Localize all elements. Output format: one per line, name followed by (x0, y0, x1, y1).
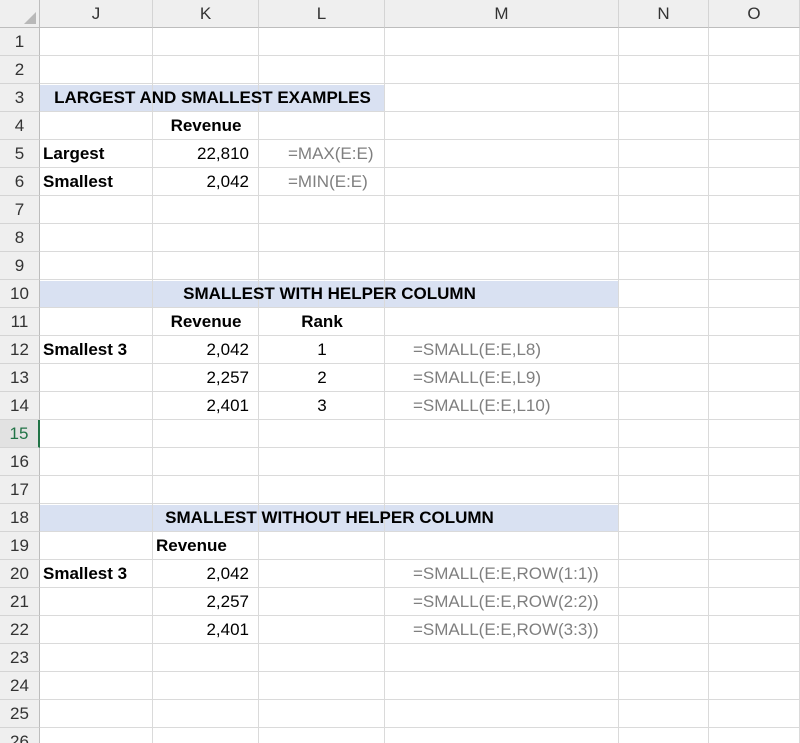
section2-value[interactable]: 2,257 (153, 364, 249, 392)
row-header[interactable]: 2 (0, 56, 40, 84)
section2-formula[interactable]: =SMALL(E:E,L9) (413, 364, 541, 392)
select-all-triangle-icon (24, 12, 36, 24)
gridline (40, 55, 800, 56)
section3-formula[interactable]: =SMALL(E:E,ROW(3:3)) (413, 616, 599, 644)
row-header-active[interactable]: 15 (0, 420, 40, 448)
row-header[interactable]: 8 (0, 224, 40, 252)
section3-title[interactable]: SMALLEST WITHOUT HELPER COLUMN (40, 504, 619, 532)
row-header[interactable]: 4 (0, 112, 40, 140)
gridline (40, 727, 800, 728)
section2-formula[interactable]: =SMALL(E:E,L10) (413, 392, 551, 420)
section2-rank[interactable]: 1 (259, 336, 385, 364)
row-header[interactable]: 20 (0, 560, 40, 588)
gridline (618, 28, 619, 743)
largest-value[interactable]: 22,810 (153, 140, 249, 168)
row-header[interactable]: 25 (0, 700, 40, 728)
largest-label[interactable]: Largest (43, 140, 104, 168)
row-header[interactable]: 10 (0, 280, 40, 308)
row-header[interactable]: 13 (0, 364, 40, 392)
section2-value[interactable]: 2,401 (153, 392, 249, 420)
row-header[interactable]: 7 (0, 196, 40, 224)
row-header[interactable]: 18 (0, 504, 40, 532)
section3-revenue-header[interactable]: Revenue (156, 532, 227, 560)
row-header[interactable]: 22 (0, 616, 40, 644)
section2-rank-header[interactable]: Rank (259, 308, 385, 336)
section2-revenue-header[interactable]: Revenue (153, 308, 259, 336)
row-header[interactable]: 1 (0, 28, 40, 56)
section3-value[interactable]: 2,257 (153, 588, 249, 616)
row-header[interactable]: 19 (0, 532, 40, 560)
gridline (40, 671, 800, 672)
gridline (40, 251, 800, 252)
row-header[interactable]: 26 (0, 728, 40, 743)
smallest-value[interactable]: 2,042 (153, 168, 249, 196)
section3-smallest3-label[interactable]: Smallest 3 (43, 560, 127, 588)
section2-smallest3-label[interactable]: Smallest 3 (43, 336, 127, 364)
section2-value[interactable]: 2,042 (153, 336, 249, 364)
row-header[interactable]: 5 (0, 140, 40, 168)
row-header[interactable]: 23 (0, 644, 40, 672)
row-header[interactable]: 24 (0, 672, 40, 700)
column-header-o[interactable]: O (709, 0, 800, 28)
row-header[interactable]: 14 (0, 392, 40, 420)
section3-value[interactable]: 2,042 (153, 560, 249, 588)
row-header[interactable]: 3 (0, 84, 40, 112)
section2-title[interactable]: SMALLEST WITH HELPER COLUMN (40, 280, 619, 308)
spreadsheet-grid[interactable]: J K L M N O 1 2 3 4 5 6 7 8 9 10 11 12 1… (0, 0, 800, 743)
gridline (40, 699, 800, 700)
section3-value[interactable]: 2,401 (153, 616, 249, 644)
section3-formula[interactable]: =SMALL(E:E,ROW(1:1)) (413, 560, 599, 588)
column-header-l[interactable]: L (259, 0, 385, 28)
largest-formula[interactable]: =MAX(E:E) (288, 140, 374, 168)
gridline (40, 475, 800, 476)
row-header[interactable]: 17 (0, 476, 40, 504)
section2-rank[interactable]: 2 (259, 364, 385, 392)
section2-formula[interactable]: =SMALL(E:E,L8) (413, 336, 541, 364)
select-all-corner[interactable] (0, 0, 40, 28)
section3-formula[interactable]: =SMALL(E:E,ROW(2:2)) (413, 588, 599, 616)
gridline (708, 28, 709, 743)
section2-rank[interactable]: 3 (259, 392, 385, 420)
row-header[interactable]: 16 (0, 448, 40, 476)
row-header[interactable]: 6 (0, 168, 40, 196)
row-header[interactable]: 11 (0, 308, 40, 336)
smallest-label[interactable]: Smallest (43, 168, 113, 196)
column-header-n[interactable]: N (619, 0, 709, 28)
column-header-bar: J K L M N O (0, 0, 800, 28)
section1-revenue-header[interactable]: Revenue (153, 112, 259, 140)
column-header-m[interactable]: M (385, 0, 619, 28)
column-header-k[interactable]: K (153, 0, 259, 28)
gridline (40, 447, 800, 448)
gridline (40, 223, 800, 224)
column-header-j[interactable]: J (40, 0, 153, 28)
section1-title[interactable]: LARGEST AND SMALLEST EXAMPLES (40, 84, 385, 112)
row-header[interactable]: 21 (0, 588, 40, 616)
row-header[interactable]: 9 (0, 252, 40, 280)
row-header[interactable]: 12 (0, 336, 40, 364)
smallest-formula[interactable]: =MIN(E:E) (288, 168, 368, 196)
